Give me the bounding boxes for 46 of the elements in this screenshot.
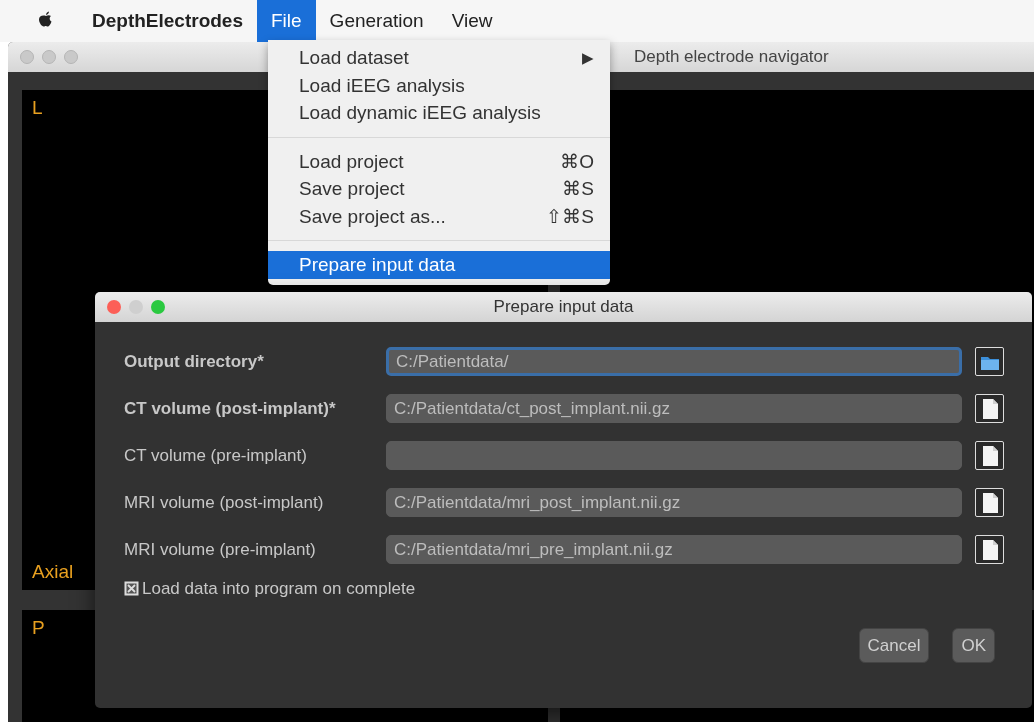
keyboard-shortcut: ⌘O (560, 149, 594, 174)
keyboard-shortcut: ⌘S (562, 177, 594, 201)
menu-bar-item[interactable]: Generation (315, 0, 438, 42)
ok-button[interactable]: OK (952, 627, 995, 663)
path-field[interactable]: C:/Patientdata/ct_post_implant.nii.gz (386, 394, 962, 423)
field-label: CT volume (post-implant)* (124, 397, 337, 420)
menu-bar-item[interactable]: View (437, 0, 507, 42)
menu-item-label: Save project as... (299, 204, 446, 229)
menu-item[interactable]: Load dataset ▶ (268, 44, 610, 72)
menu-bar-item[interactable]: File (257, 0, 316, 42)
field-label: CT volume (pre-implant) (124, 444, 308, 467)
menu-item-label: Load dynamic iEEG analysis (299, 101, 541, 125)
menu-item[interactable]: Load project ⌘O (268, 147, 610, 175)
submenu-arrow: ▶ (582, 48, 594, 68)
menu-item[interactable]: Save project as... ⇧⌘S (268, 202, 610, 230)
menu-item-label: Load iEEG analysis (299, 73, 465, 98)
checkbox[interactable] (124, 581, 139, 597)
browse-file-button[interactable] (975, 488, 1004, 517)
menu-item[interactable]: Save project ⌘S (268, 175, 610, 203)
browse-folder-button[interactable] (975, 347, 1004, 376)
window-title: Depth electrode navigator (634, 46, 829, 69)
menu-item-label: Load project (299, 149, 404, 174)
app-name[interactable]: DepthElectrodes (78, 0, 257, 42)
browse-file-button[interactable] (975, 441, 1004, 470)
browse-file-button[interactable] (975, 535, 1004, 564)
menu-item[interactable]: Prepare input data (268, 251, 610, 279)
menu-item-label: Prepare input data (299, 253, 456, 277)
cancel-button[interactable]: Cancel (858, 627, 930, 663)
path-field[interactable]: C:/Patientdata/ (386, 347, 962, 376)
field-label: MRI volume (pre-implant) (124, 538, 317, 561)
menu-item-label: Load dataset (299, 46, 409, 70)
path-field[interactable] (386, 441, 962, 470)
dialog-title: Prepare input data (493, 296, 634, 319)
menu-item[interactable]: Load dynamic iEEG analysis (268, 99, 610, 127)
keyboard-shortcut: ⇧⌘S (546, 204, 594, 229)
menu-item-label: Save project (299, 177, 405, 201)
browse-file-button[interactable] (975, 394, 1004, 423)
field-label: MRI volume (post-implant) (124, 491, 325, 514)
menu-item[interactable]: Load iEEG analysis (268, 71, 610, 99)
path-field[interactable]: C:/Patientdata/mri_pre_implant.nii.gz (386, 535, 962, 564)
checkbox-label: Load data into program on complete (142, 578, 416, 600)
view-label: Axial (32, 559, 74, 584)
path-field[interactable]: C:/Patientdata/mri_post_implant.nii.gz (386, 488, 962, 517)
orientation-label: P (32, 616, 45, 640)
orientation-label: L (32, 96, 43, 120)
field-label: Output directory* (124, 350, 265, 373)
